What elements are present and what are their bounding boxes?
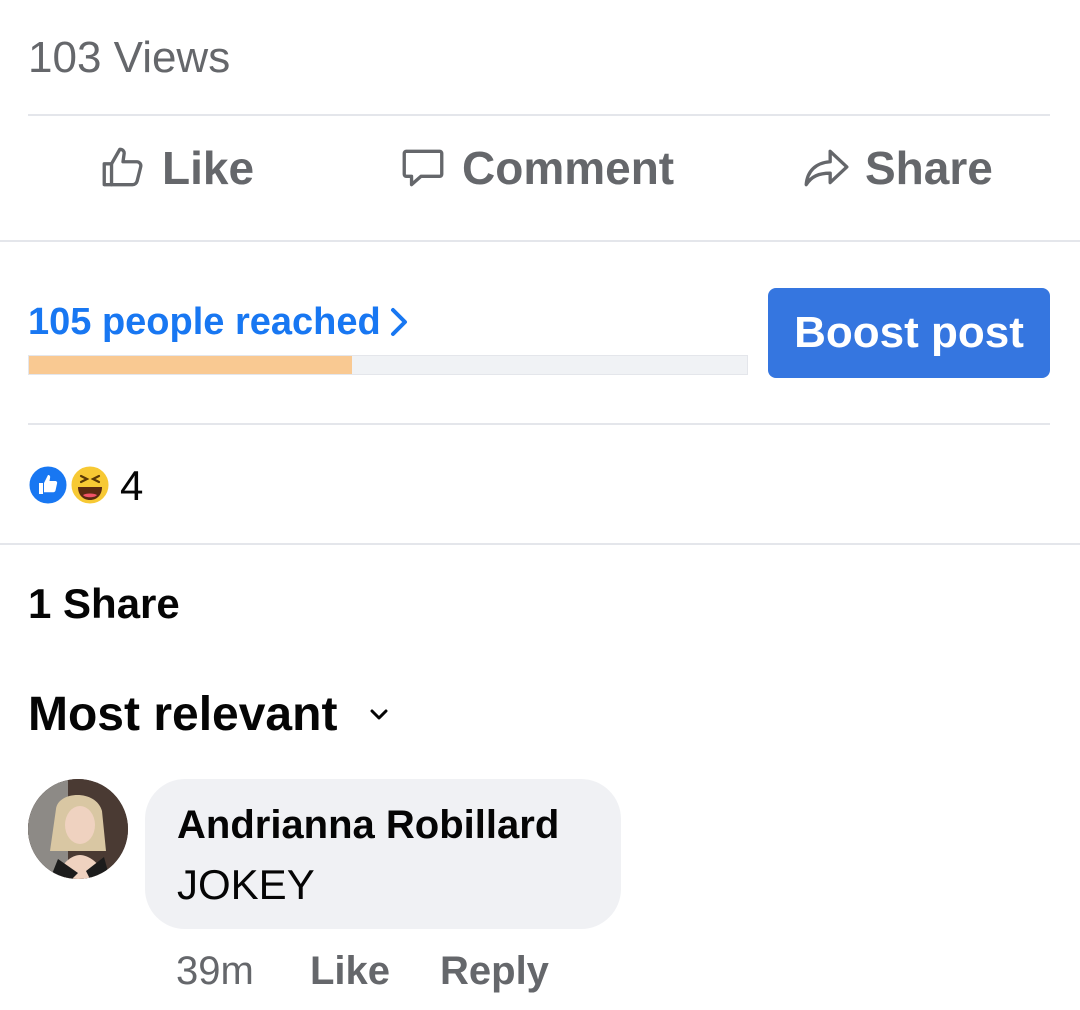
share-label: Share — [865, 142, 993, 194]
comment-button[interactable]: Comment — [398, 138, 674, 198]
chevron-down-icon — [370, 709, 388, 720]
views-count: 103 Views — [28, 33, 231, 82]
avatar-photo — [28, 779, 128, 879]
comment-icon — [402, 149, 444, 187]
divider — [28, 114, 1050, 116]
people-reached-link[interactable]: 105 people reached — [28, 298, 409, 346]
people-reached-text: 105 people reached — [28, 301, 381, 343]
comment-like-button[interactable]: Like — [310, 945, 390, 997]
share-count[interactable]: 1 Share — [28, 578, 180, 630]
comment-label: Comment — [462, 142, 675, 194]
share-button[interactable]: Share — [801, 138, 993, 198]
comment-timestamp: 39m — [176, 949, 254, 993]
comment-text: JOKEY — [177, 861, 315, 908]
thumbs-up-icon — [102, 147, 143, 187]
like-reaction-icon — [26, 463, 70, 507]
avatar[interactable] — [28, 779, 128, 879]
divider — [0, 543, 1080, 545]
reach-progress-fill — [29, 356, 353, 374]
share-arrow-icon — [804, 149, 849, 187]
divider — [0, 240, 1080, 242]
haha-reaction-icon — [68, 463, 112, 507]
divider — [28, 423, 1050, 425]
comment-sort-dropdown[interactable]: Most relevant — [28, 685, 391, 745]
comment-reply-button[interactable]: Reply — [440, 945, 549, 997]
sort-label: Most relevant — [28, 688, 338, 741]
chevron-right-icon — [390, 308, 407, 336]
comment-bubble: Andrianna Robillard JOKEY — [145, 779, 621, 929]
like-label: Like — [162, 142, 255, 194]
boost-post-button[interactable]: Boost post — [768, 288, 1050, 378]
reach-progress-bar — [28, 355, 748, 375]
like-button[interactable]: Like — [98, 138, 254, 198]
reaction-count[interactable]: 4 — [120, 460, 143, 512]
comment-author[interactable]: Andrianna Robillard — [177, 799, 559, 851]
reactions-icons — [26, 463, 112, 507]
